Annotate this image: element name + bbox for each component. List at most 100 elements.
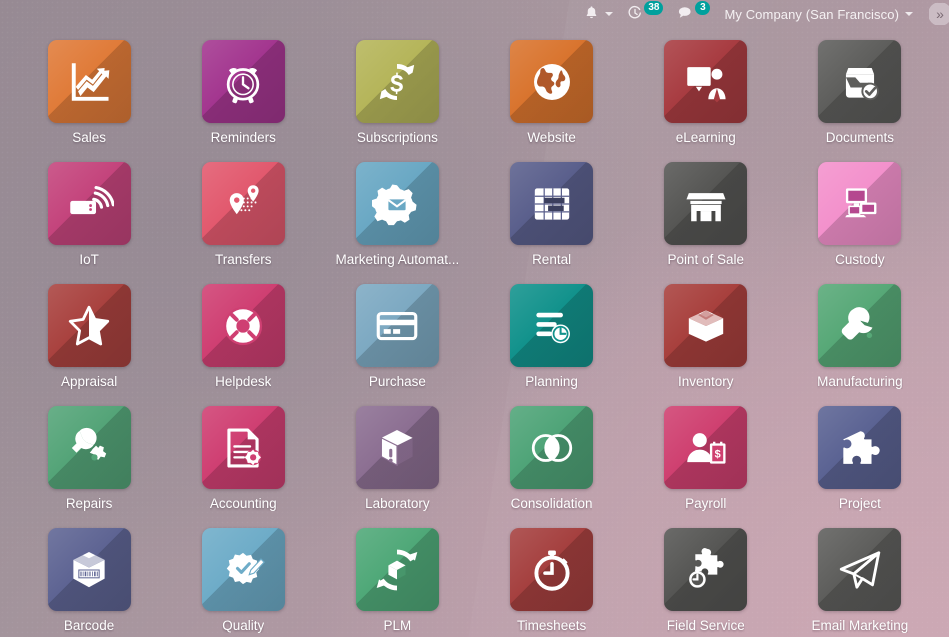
app-label: Field Service bbox=[666, 618, 745, 633]
app-label: Planning bbox=[525, 374, 578, 389]
globe-icon bbox=[510, 40, 594, 123]
user-menu[interactable]: » bbox=[920, 0, 949, 28]
puzzle-piece-icon bbox=[818, 406, 902, 489]
app-label: Accounting bbox=[209, 496, 277, 511]
puzzle-stopwatch-icon bbox=[664, 528, 748, 611]
activities-count-badge: 38 bbox=[644, 1, 664, 15]
app-tile-reminders[interactable]: Reminders bbox=[166, 34, 320, 156]
app-label: Manufacturing bbox=[817, 374, 903, 389]
invoice-gear-icon bbox=[201, 406, 285, 489]
app-label: Quality bbox=[222, 618, 265, 633]
app-tile-transfers[interactable]: Transfers bbox=[166, 156, 320, 278]
app-label: Marketing Automat... bbox=[335, 252, 460, 267]
box-barcode-icon bbox=[47, 528, 131, 611]
app-label: Email Marketing bbox=[811, 618, 909, 633]
avatar: » bbox=[929, 3, 949, 25]
app-label: PLM bbox=[383, 618, 412, 633]
stopwatch-icon bbox=[510, 528, 594, 611]
app-tile-email-marketing[interactable]: Email Marketing bbox=[783, 522, 937, 637]
app-tile-project[interactable]: Project bbox=[783, 400, 937, 522]
messages-count-badge: 3 bbox=[695, 1, 711, 15]
bell-icon bbox=[584, 5, 599, 23]
company-name-label: My Company (San Francisco) bbox=[724, 6, 899, 22]
app-label: Project bbox=[838, 496, 881, 511]
app-label: IoT bbox=[79, 252, 99, 267]
app-label: Consolidation bbox=[510, 496, 593, 511]
iot-box-signal-icon bbox=[47, 162, 131, 245]
chevron-down-icon bbox=[605, 12, 614, 16]
app-label: Website bbox=[527, 130, 576, 145]
app-label: Laboratory bbox=[365, 496, 430, 511]
app-tile-timesheets[interactable]: Timesheets bbox=[475, 522, 629, 637]
app-label: Reminders bbox=[210, 130, 276, 145]
app-tile-payroll[interactable]: $ Payroll bbox=[629, 400, 783, 522]
app-tile-repairs[interactable]: Repairs bbox=[12, 400, 166, 522]
avatar-glyph: » bbox=[929, 3, 949, 25]
app-label: Barcode bbox=[63, 618, 115, 633]
app-tile-marketing-automation[interactable]: Marketing Automat... bbox=[320, 156, 474, 278]
app-label: Sales bbox=[72, 130, 106, 145]
gantt-calendar-icon bbox=[510, 162, 594, 245]
app-tile-appraisal[interactable]: Appraisal bbox=[12, 278, 166, 400]
cube-recycle-icon bbox=[355, 528, 439, 611]
app-tile-helpdesk[interactable]: Helpdesk bbox=[166, 278, 320, 400]
cube-alert-icon bbox=[355, 406, 439, 489]
gear-envelope-icon bbox=[355, 162, 439, 245]
app-tile-laboratory[interactable]: Laboratory bbox=[320, 400, 474, 522]
presentation-teacher-icon bbox=[664, 40, 748, 123]
chat-icon bbox=[677, 5, 694, 23]
paper-plane-icon bbox=[818, 528, 902, 611]
app-grid: Sales Reminders Subscriptions Website eLearn… bbox=[0, 34, 949, 637]
app-label: Repairs bbox=[65, 496, 113, 511]
app-label: Subscriptions bbox=[356, 130, 438, 145]
messages-menu[interactable]: 3 bbox=[670, 0, 717, 28]
app-label: Transfers bbox=[214, 252, 272, 267]
company-switcher[interactable]: My Company (San Francisco) bbox=[717, 0, 920, 28]
app-tile-sales[interactable]: Sales bbox=[12, 34, 166, 156]
app-tile-purchase[interactable]: Purchase bbox=[320, 278, 474, 400]
open-box-icon bbox=[664, 284, 748, 367]
credit-card-icon bbox=[355, 284, 439, 367]
app-tile-barcode[interactable]: Barcode bbox=[12, 522, 166, 637]
app-tile-accounting[interactable]: Accounting bbox=[166, 400, 320, 522]
app-label: Helpdesk bbox=[215, 374, 272, 389]
app-tile-planning[interactable]: Planning bbox=[475, 278, 629, 400]
app-label: Timesheets bbox=[516, 618, 587, 633]
app-tile-point-of-sale[interactable]: Point of Sale bbox=[629, 156, 783, 278]
app-tile-consolidation[interactable]: Consolidation bbox=[475, 400, 629, 522]
notifications-menu[interactable] bbox=[577, 0, 620, 28]
system-tray: 38 3 My Company (San Francisco) » bbox=[0, 0, 949, 28]
app-label: Appraisal bbox=[60, 374, 118, 389]
svg-text:$: $ bbox=[714, 448, 720, 460]
app-tile-quality[interactable]: Quality bbox=[166, 522, 320, 637]
map-pins-icon bbox=[201, 162, 285, 245]
app-tile-iot[interactable]: IoT bbox=[12, 156, 166, 278]
clock-icon bbox=[627, 5, 643, 24]
activities-menu[interactable]: 38 bbox=[620, 0, 670, 28]
app-label: Documents bbox=[825, 130, 895, 145]
app-label: Rental bbox=[532, 252, 572, 267]
wrench-gear-icon bbox=[47, 406, 131, 489]
venn-circles-icon bbox=[510, 406, 594, 489]
app-tile-website[interactable]: Website bbox=[475, 34, 629, 156]
storefront-icon bbox=[664, 162, 748, 245]
app-tile-manufacturing[interactable]: Manufacturing bbox=[783, 278, 937, 400]
app-label: Inventory bbox=[677, 374, 734, 389]
app-tile-rental[interactable]: Rental bbox=[475, 156, 629, 278]
sales-chart-icon bbox=[47, 40, 131, 123]
app-tile-custody[interactable]: Custody bbox=[783, 156, 937, 278]
document-tray-check-icon bbox=[818, 40, 902, 123]
app-tile-elearning[interactable]: eLearning bbox=[629, 34, 783, 156]
app-tile-inventory[interactable]: Inventory bbox=[629, 278, 783, 400]
app-label: Point of Sale bbox=[667, 252, 745, 267]
app-tile-documents[interactable]: Documents bbox=[783, 34, 937, 156]
chevron-down-icon bbox=[905, 12, 913, 16]
app-tile-field-service[interactable]: Field Service bbox=[629, 522, 783, 637]
wrench-icon bbox=[818, 284, 902, 367]
app-tile-subscriptions[interactable]: Subscriptions bbox=[320, 34, 474, 156]
alarm-clock-icon bbox=[201, 40, 285, 123]
recurring-dollar-icon bbox=[355, 40, 439, 123]
quality-badge-pencil-icon bbox=[201, 528, 285, 611]
app-tile-plm[interactable]: PLM bbox=[320, 522, 474, 637]
employee-payslip-icon: $ bbox=[664, 406, 748, 489]
